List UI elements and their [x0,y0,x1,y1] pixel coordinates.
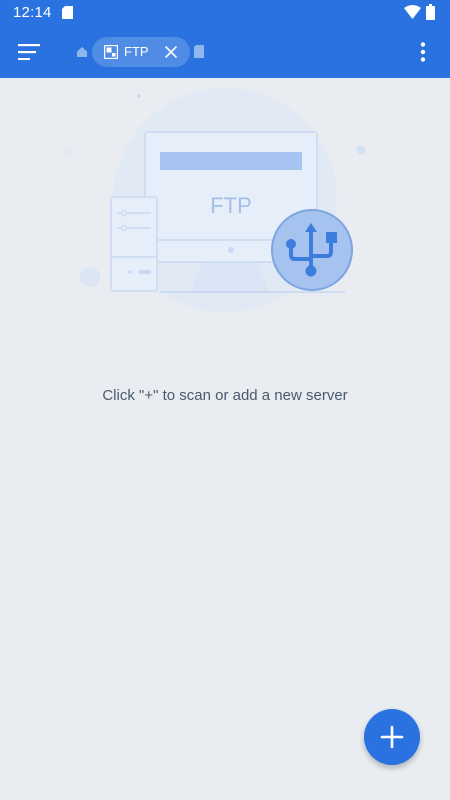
status-bar: 12:14 [0,0,450,26]
app-toolbar: FTP [0,26,450,78]
ftp-empty-illustration: FTP [63,88,366,312]
menu-icon [18,44,40,60]
battery-icon [426,4,435,20]
more-vertical-icon [420,42,426,62]
sim-card-icon [62,6,73,19]
menu-button[interactable] [12,34,46,70]
ftp-tab-icon [104,45,118,59]
home-icon[interactable] [76,46,88,58]
wifi-icon [404,5,421,19]
illustration-ftp-text: FTP [210,193,252,218]
add-server-button[interactable] [364,709,420,765]
more-options-button[interactable] [408,36,438,68]
close-icon[interactable] [162,43,180,61]
tab-label: FTP [124,44,149,59]
status-time: 12:14 [13,4,52,21]
empty-state-message: Click "+" to scan or add a new server [102,387,348,404]
tab-ftp[interactable]: FTP [92,37,190,67]
folder-crumb-icon[interactable] [194,45,204,58]
plus-icon [380,725,404,749]
